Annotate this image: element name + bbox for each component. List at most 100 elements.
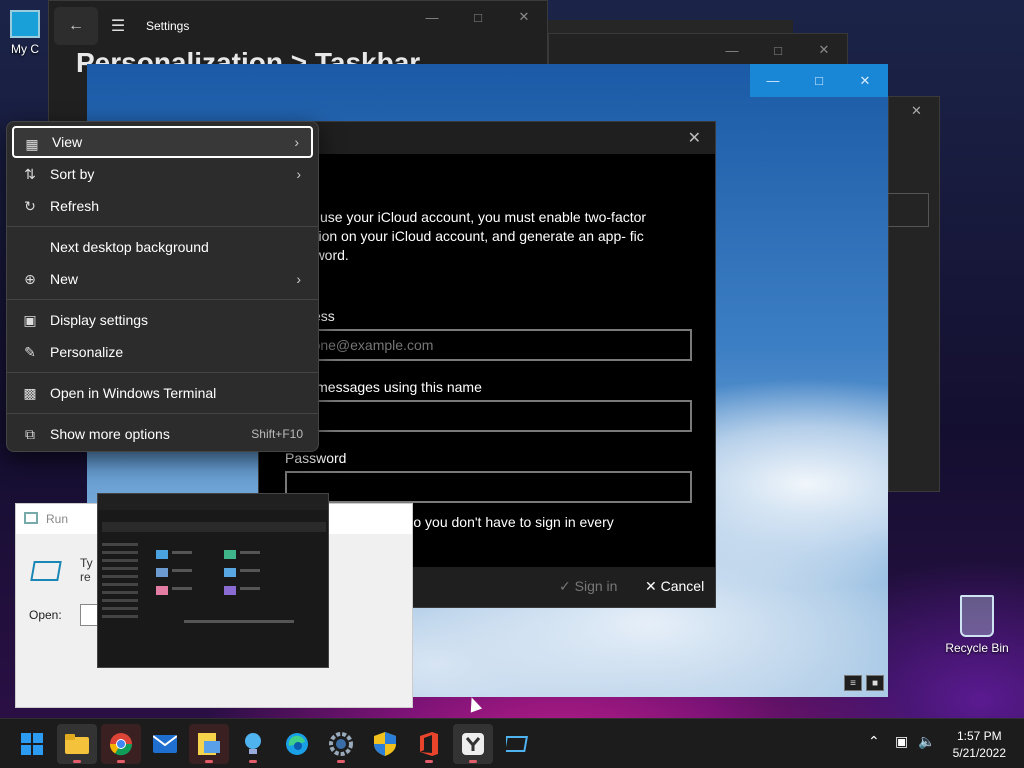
menu-separator <box>7 299 318 300</box>
linux-icon <box>462 733 484 755</box>
menu-item-refresh[interactable]: ↻ Refresh <box>12 190 313 222</box>
recycle-bin-label: Recycle Bin <box>945 641 1009 655</box>
run-window-icon <box>506 736 528 752</box>
close-icon: ✕ <box>645 578 657 594</box>
minimize-button[interactable]: — <box>709 34 755 66</box>
linux-app[interactable] <box>453 724 493 764</box>
settings-caption-buttons: — □ ✕ <box>409 1 547 33</box>
pencil-icon: ✎ <box>24 343 36 360</box>
folder-icon <box>224 568 236 577</box>
email-field[interactable] <box>285 329 692 361</box>
thumbnail-addressbar <box>102 522 326 532</box>
settings-app[interactable] <box>321 724 361 764</box>
menu-separator <box>7 372 318 373</box>
menu-separator <box>7 226 318 227</box>
sign-in-label: Sign in <box>574 578 618 594</box>
close-icon[interactable]: ✕ <box>688 128 701 148</box>
recycle-bin-icon <box>960 595 994 637</box>
chevron-right-icon: › <box>296 271 301 287</box>
maximize-button[interactable]: □ <box>755 34 801 66</box>
run-app[interactable] <box>497 724 537 764</box>
file-explorer-app[interactable] <box>57 724 97 764</box>
menu-item-label: View <box>52 134 83 150</box>
desktop-icon-my-computer[interactable]: My C <box>0 10 50 56</box>
chrome-icon <box>109 733 133 756</box>
close-button[interactable]: ✕ <box>501 1 547 33</box>
mail-app[interactable] <box>145 724 185 764</box>
taskbar: ⌃ ▣ 🔈 1:57 PM 5/21/2022 <box>0 718 1024 768</box>
folder-icon <box>224 550 236 559</box>
menu-item-label: Open in Windows Terminal <box>50 385 217 401</box>
plus-circle-icon: ⊕ <box>24 270 36 287</box>
menu-item-personalize[interactable]: ✎ Personalize <box>12 336 313 368</box>
menu-item-label: Display settings <box>50 312 149 328</box>
background-window[interactable] <box>548 20 793 34</box>
menu-button[interactable]: ☰ <box>98 7 138 45</box>
chevron-right-icon: › <box>296 166 301 182</box>
terminal-icon: ▩ <box>23 384 37 401</box>
password-field[interactable] <box>285 471 692 503</box>
close-button[interactable]: ✕ <box>801 34 847 66</box>
run-icon <box>24 512 38 524</box>
folder-icon <box>156 586 168 595</box>
dialog-description: ler to use your iCloud account, you must… <box>285 209 647 263</box>
menu-item-label: Sort by <box>50 166 95 182</box>
chevron-up-icon[interactable]: ⌃ <box>868 733 880 750</box>
menu-item-new[interactable]: ⊕ New › <box>12 263 313 295</box>
folder-icon <box>65 734 89 754</box>
grid-icon: ▦ <box>25 135 39 152</box>
file-explorer-thumbnail[interactable] <box>97 493 329 668</box>
refresh-icon: ↻ <box>24 197 36 214</box>
tiles-view-icon[interactable]: ■ <box>866 675 884 691</box>
mail-icon <box>153 735 177 753</box>
clock[interactable]: 1:57 PM 5/21/2022 <box>953 728 1006 762</box>
checkmark-icon: ✓ <box>559 578 571 594</box>
run-description-line: re <box>80 570 91 584</box>
edge-icon <box>286 733 308 755</box>
minimize-button[interactable]: — <box>409 1 455 33</box>
monitor-icon <box>10 10 40 38</box>
menu-item-label: Personalize <box>50 344 124 360</box>
menu-item-label: Refresh <box>50 198 100 214</box>
run-description-line: Ty <box>80 556 93 570</box>
menu-item-display-settings[interactable]: ▣ Display settings <box>12 304 313 336</box>
maximize-button[interactable]: □ <box>796 64 842 97</box>
tips-app[interactable] <box>233 724 273 764</box>
menu-item-next-background[interactable]: Next desktop background <box>12 231 313 263</box>
network-icon[interactable]: ▣ <box>895 733 908 750</box>
edge-app[interactable] <box>277 724 317 764</box>
cancel-button[interactable]: ✕ Cancel <box>645 578 704 595</box>
menu-item-label: Next desktop background <box>50 239 209 255</box>
settings-title: Settings <box>146 19 190 33</box>
close-button[interactable]: ✕ <box>842 64 888 97</box>
menu-item-windows-terminal[interactable]: ▩ Open in Windows Terminal <box>12 377 313 409</box>
volume-icon[interactable]: 🔈 <box>918 733 935 750</box>
view-buttons: ≡ ■ <box>844 675 884 691</box>
maximize-button[interactable]: □ <box>455 1 501 33</box>
sign-in-button[interactable]: ✓ Sign in <box>559 578 617 595</box>
name-field[interactable] <box>285 400 692 432</box>
sticky-notes-app[interactable] <box>189 724 229 764</box>
display-icon: ▣ <box>23 311 37 328</box>
close-icon[interactable]: ✕ <box>911 103 922 119</box>
hamburger-icon: ☰ <box>110 18 126 35</box>
security-app[interactable] <box>365 724 405 764</box>
folder-icon <box>224 586 236 595</box>
gear-icon <box>329 732 353 756</box>
start-button[interactable] <box>12 724 52 764</box>
back-button[interactable]: ← <box>54 7 98 45</box>
menu-separator <box>7 413 318 414</box>
folder-icon <box>156 550 168 559</box>
details-view-icon[interactable]: ≡ <box>844 675 862 691</box>
desktop-context-menu[interactable]: ▦ View › ⇅ Sort by › ↻ Refresh Next desk… <box>6 121 319 452</box>
thumbnail-sidebar <box>100 538 144 658</box>
background-window[interactable]: ✕ <box>879 96 940 492</box>
menu-item-view[interactable]: ▦ View › <box>12 126 313 158</box>
minimize-button[interactable]: — <box>750 64 796 97</box>
menu-item-show-more-options[interactable]: ⧉ Show more options Shift+F10 <box>12 418 313 450</box>
office-app[interactable] <box>409 724 449 764</box>
menu-item-sort-by[interactable]: ⇅ Sort by › <box>12 158 313 190</box>
shortcut-label: Shift+F10 <box>251 427 303 441</box>
recycle-bin[interactable]: Recycle Bin <box>940 595 1014 655</box>
chrome-app[interactable] <box>101 724 141 764</box>
